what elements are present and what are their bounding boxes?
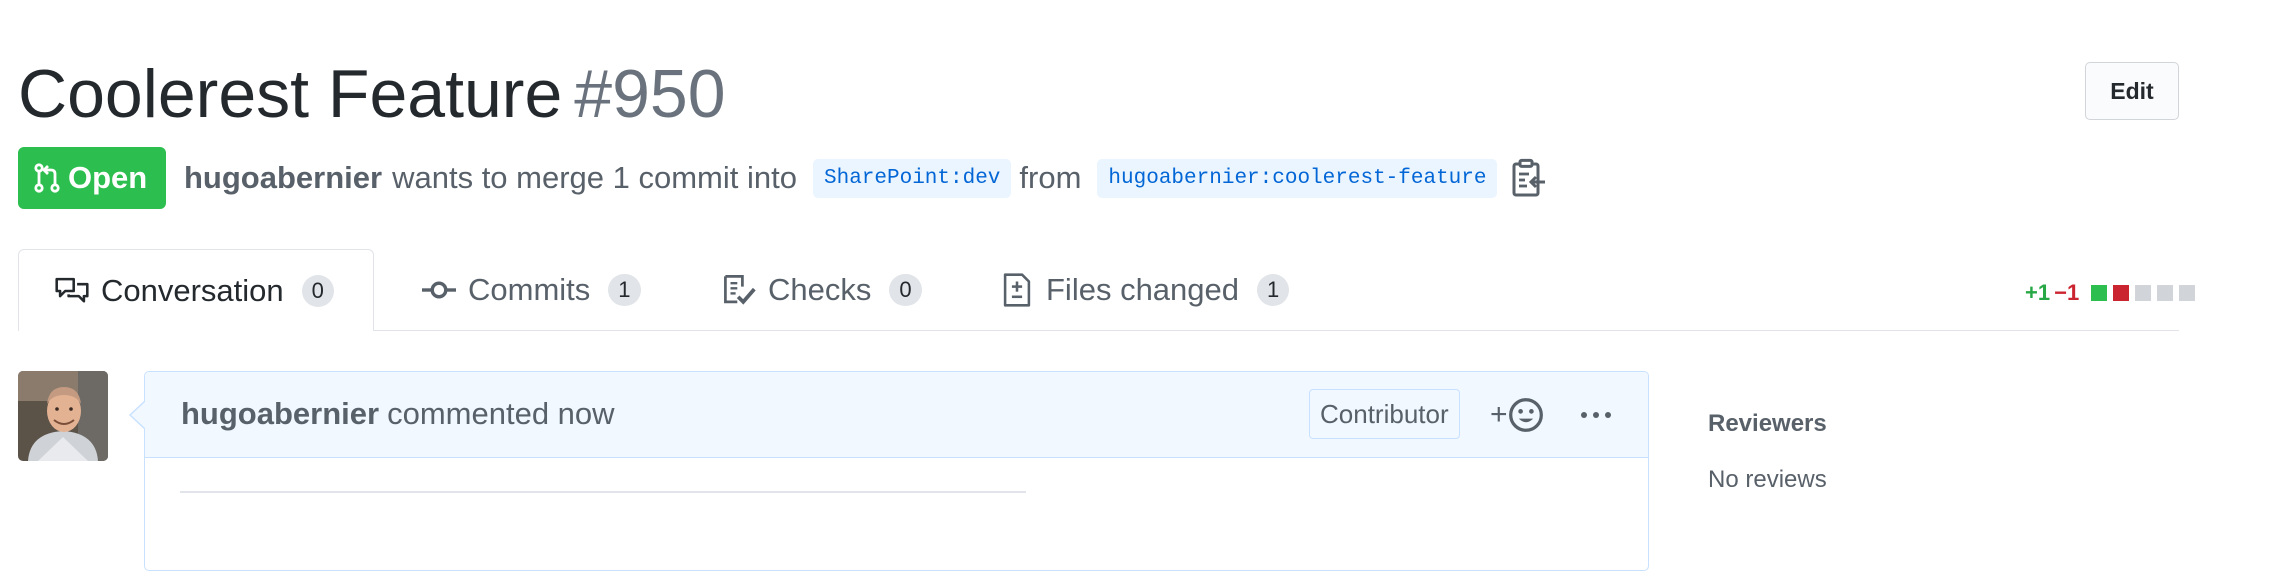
diffstat-block-added: [2091, 285, 2108, 301]
head-branch[interactable]: hugoabernier:coolerest-feature: [1097, 158, 1498, 198]
clippy-icon: [1512, 158, 1546, 197]
comment-author-link[interactable]: hugoabernier: [181, 396, 379, 431]
pr-title-text: Coolerest Feature: [18, 56, 563, 132]
add-reaction-button[interactable]: +: [1490, 397, 1544, 433]
tab-conversation-label: Conversation: [101, 272, 284, 308]
state-label: Open: [68, 160, 148, 195]
checklist-icon: [724, 275, 756, 305]
tab-files-changed[interactable]: Files changed 1: [1000, 250, 1290, 330]
tab-checks-label: Checks: [768, 272, 872, 307]
tab-conversation[interactable]: Conversation 0: [18, 249, 374, 331]
tab-checks-count: 0: [889, 274, 922, 306]
smiley-icon: [1508, 398, 1543, 432]
file-diff-icon: [1003, 273, 1031, 307]
git-commit-icon: [422, 281, 456, 299]
tab-commits[interactable]: Commits 1: [422, 250, 641, 330]
tab-files-changed-count: 1: [1257, 274, 1290, 306]
comment-meta: hugoabernier commented now: [181, 396, 615, 432]
tab-checks[interactable]: Checks 0: [722, 250, 922, 330]
diffstat-block-neutral: [2179, 285, 2196, 301]
diffstat-additions: +1: [2025, 280, 2051, 305]
diffstat-block-neutral: [2157, 285, 2174, 301]
avatar[interactable]: [18, 371, 108, 461]
from-text: from: [1019, 160, 1082, 195]
merge-text: wants to merge 1 commit into: [392, 160, 797, 195]
comment-discussion-icon: [55, 277, 89, 302]
pr-meta: hugoabernier wants to merge 1 commit int…: [184, 156, 1547, 200]
tab-conversation-count: 0: [301, 274, 334, 307]
pr-author-link[interactable]: hugoabernier: [184, 160, 382, 196]
edit-button[interactable]: Edit: [2085, 62, 2179, 120]
comment-arrow-fill: [131, 401, 146, 429]
tab-commits-label: Commits: [468, 272, 591, 307]
diffstat: +1 −1: [2025, 280, 2196, 306]
reviewers-heading[interactable]: Reviewers: [1708, 410, 1827, 438]
diffstat-deletions: −1: [2054, 280, 2080, 305]
tab-files-changed-label: Files changed: [1046, 272, 1240, 307]
avatar-image: [18, 371, 108, 461]
copy-branch-button[interactable]: [1511, 158, 1547, 198]
pr-title: Coolerest Feature #950: [18, 52, 726, 136]
plus-icon: +: [1490, 398, 1508, 431]
comment-timestamp[interactable]: commented now: [387, 396, 614, 431]
reviewers-value: No reviews: [1708, 466, 1827, 493]
git-pull-request-icon: [34, 163, 60, 193]
tab-commits-count: 1: [608, 274, 641, 306]
diffstat-block-neutral: [2135, 285, 2152, 301]
contributor-badge: Contributor: [1309, 389, 1460, 439]
kebab-horizontal-icon[interactable]: [1578, 403, 1614, 427]
diffstat-block-deleted: [2113, 285, 2130, 301]
state-badge: Open: [18, 147, 166, 209]
base-branch[interactable]: SharePoint:dev: [812, 158, 1012, 198]
pr-number: #950: [574, 56, 726, 132]
